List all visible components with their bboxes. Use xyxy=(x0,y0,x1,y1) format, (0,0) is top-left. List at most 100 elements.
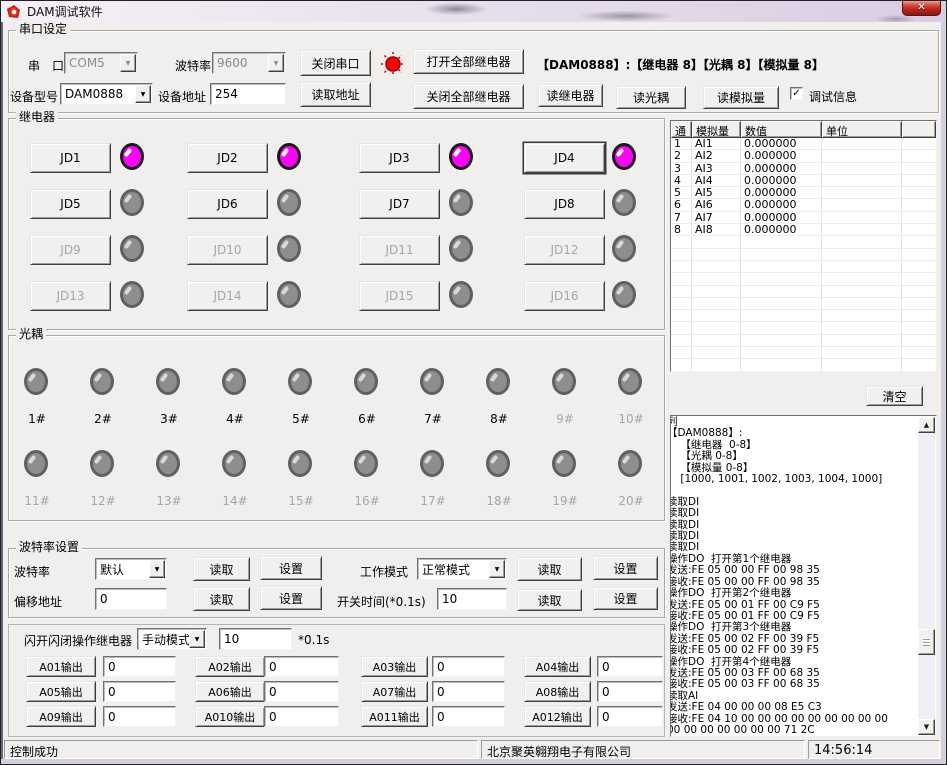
table-row[interactable]: 5AI50.000000 xyxy=(671,187,936,199)
ao-output-button[interactable]: A011输出 xyxy=(361,706,428,727)
ao-output-field[interactable] xyxy=(103,681,176,702)
offset-address-field[interactable] xyxy=(95,588,167,610)
ao-output-button[interactable]: A012输出 xyxy=(524,706,591,727)
analog-table-header: 通 模拟量 数值 单位 xyxy=(671,121,936,138)
read-relay-button[interactable]: 读继电器 xyxy=(538,84,603,107)
port-select[interactable]: COM5 ▼ xyxy=(64,52,138,74)
table-header-cell[interactable]: 通 xyxy=(671,121,692,138)
relay-button[interactable]: JD8 xyxy=(524,189,605,219)
set-offset-button[interactable]: 设置 xyxy=(260,586,322,610)
set-workmode-button[interactable]: 设置 xyxy=(593,556,658,580)
table-row xyxy=(671,359,936,371)
flash-time-field[interactable] xyxy=(219,628,292,650)
relay-button[interactable]: JD6 xyxy=(187,189,268,219)
relay-button[interactable]: JD15 xyxy=(359,281,440,311)
read-address-button[interactable]: 读取地址 xyxy=(300,82,371,107)
read-switchtime-button[interactable]: 读取 xyxy=(517,589,582,611)
ao-output-field[interactable] xyxy=(264,656,339,677)
device-address-field[interactable] xyxy=(210,83,286,105)
titlebar[interactable]: DAM调试软件 xyxy=(1,1,946,22)
relay-button[interactable]: JD11 xyxy=(359,235,440,265)
ao-output-button[interactable]: A04输出 xyxy=(524,656,591,677)
table-row[interactable]: 3AI30.000000 xyxy=(671,163,936,175)
table-header-cell[interactable]: 单位 xyxy=(822,121,902,138)
table-row xyxy=(671,286,936,298)
ao-output-field[interactable] xyxy=(597,656,663,677)
relay-button[interactable]: JD9 xyxy=(30,235,111,265)
ao-output-field[interactable] xyxy=(432,681,505,702)
set-switchtime-button[interactable]: 设置 xyxy=(593,587,658,610)
opto-indicator xyxy=(156,450,180,477)
table-row[interactable]: 7AI70.000000 xyxy=(671,212,936,224)
relay-button[interactable]: JD7 xyxy=(359,189,440,219)
scroll-up-button[interactable]: ▲ xyxy=(918,417,935,433)
read-analog-button[interactable]: 读模拟量 xyxy=(703,86,779,109)
ao-output-button[interactable]: A03输出 xyxy=(361,656,428,677)
relay-button[interactable]: JD10 xyxy=(187,235,268,265)
ao-output-field[interactable] xyxy=(597,706,663,727)
ao-output-button[interactable]: A08输出 xyxy=(524,681,591,702)
close-serial-button[interactable]: 关闭串口 xyxy=(300,50,371,76)
relay-button[interactable]: JD13 xyxy=(30,281,111,311)
table-row[interactable]: 1AI10.000000 xyxy=(671,138,936,150)
debug-info-checkbox[interactable]: ✓ xyxy=(790,87,803,100)
switch-time-label: 开关时间(*0.1s) xyxy=(337,593,426,610)
ao-output-field[interactable] xyxy=(432,656,505,677)
table-row[interactable]: 2AI20.000000 xyxy=(671,150,936,162)
table-row[interactable]: 6AI60.000000 xyxy=(671,199,936,211)
ao-output-field[interactable] xyxy=(264,706,339,727)
read-opto-button[interactable]: 读光耦 xyxy=(616,86,686,109)
read-baud-button[interactable]: 读取 xyxy=(193,557,250,581)
read-offset-button[interactable]: 读取 xyxy=(193,587,250,611)
table-header-cell[interactable]: 模拟量 xyxy=(692,121,741,138)
relay-button[interactable]: JD2 xyxy=(187,143,268,173)
status-message: 控制成功 xyxy=(4,740,478,759)
ao-output-button[interactable]: A06输出 xyxy=(195,681,265,702)
ao-output-field[interactable] xyxy=(432,706,505,727)
ao-output-button[interactable]: A01输出 xyxy=(26,656,96,677)
open-all-relays-button[interactable]: 打开全部继电器 xyxy=(413,49,524,74)
relay-button[interactable]: JD14 xyxy=(187,281,268,311)
relay-button[interactable]: JD1 xyxy=(30,143,111,173)
relay-indicator xyxy=(277,281,301,308)
device-model-select[interactable]: DAM0888 ▼ xyxy=(60,83,153,105)
relay-button[interactable]: JD3 xyxy=(359,143,440,173)
table-row[interactable]: 4AI40.000000 xyxy=(671,175,936,187)
switch-time-field[interactable] xyxy=(437,588,507,610)
relay-button[interactable]: JD16 xyxy=(524,281,605,311)
offset-address-label: 偏移地址 xyxy=(14,593,62,610)
baud-settings-group-title: 波特率设置 xyxy=(16,540,82,554)
relay-button[interactable]: JD4 xyxy=(524,143,605,173)
clear-log-button[interactable]: 清空 xyxy=(866,386,923,406)
table-row[interactable]: 8AI80.000000 xyxy=(671,224,936,236)
ao-output-button[interactable]: A05输出 xyxy=(26,681,96,702)
ao-output-button[interactable]: A010输出 xyxy=(195,706,265,727)
ao-output-field[interactable] xyxy=(597,681,663,702)
relay-indicator xyxy=(120,281,144,308)
flash-mode-select[interactable]: 手动模式 ▼ xyxy=(137,628,207,650)
baud-rate-select[interactable]: 默认 ▼ xyxy=(95,558,167,580)
scroll-down-button[interactable]: ▼ xyxy=(918,719,935,735)
table-header-cell[interactable]: 数值 xyxy=(741,121,822,138)
baud-select[interactable]: 9600 ▼ xyxy=(212,52,286,74)
relay-button[interactable]: JD5 xyxy=(30,189,111,219)
work-mode-select[interactable]: 正常模式 ▼ xyxy=(417,558,507,580)
ao-output-button[interactable]: A02输出 xyxy=(195,656,265,677)
close-all-relays-button[interactable]: 关闭全部继电器 xyxy=(413,84,524,109)
ao-output-field[interactable] xyxy=(103,656,176,677)
log-scrollbar[interactable]: ▲ ▼ xyxy=(918,417,935,735)
ao-output-button[interactable]: A09输出 xyxy=(26,706,96,727)
log-panel[interactable]: 列 【DAM0888】: 【继电器 0-8】 【光耦 0-8】 【模拟量 0-8… xyxy=(670,415,937,737)
work-mode-label: 工作模式 xyxy=(360,563,408,580)
ao-output-field[interactable] xyxy=(103,706,176,727)
ao-output-field[interactable] xyxy=(264,681,339,702)
chevron-down-icon: ▼ xyxy=(149,560,165,578)
ao-output-button[interactable]: A07输出 xyxy=(361,681,428,702)
set-baud-button[interactable]: 设置 xyxy=(260,556,322,580)
close-button[interactable]: ✕ xyxy=(902,0,941,16)
scroll-thumb[interactable] xyxy=(918,629,935,655)
relay-button[interactable]: JD12 xyxy=(524,235,605,265)
table-header-cell[interactable] xyxy=(902,121,936,138)
opto-indicator xyxy=(552,368,576,395)
read-workmode-button[interactable]: 读取 xyxy=(517,557,582,581)
